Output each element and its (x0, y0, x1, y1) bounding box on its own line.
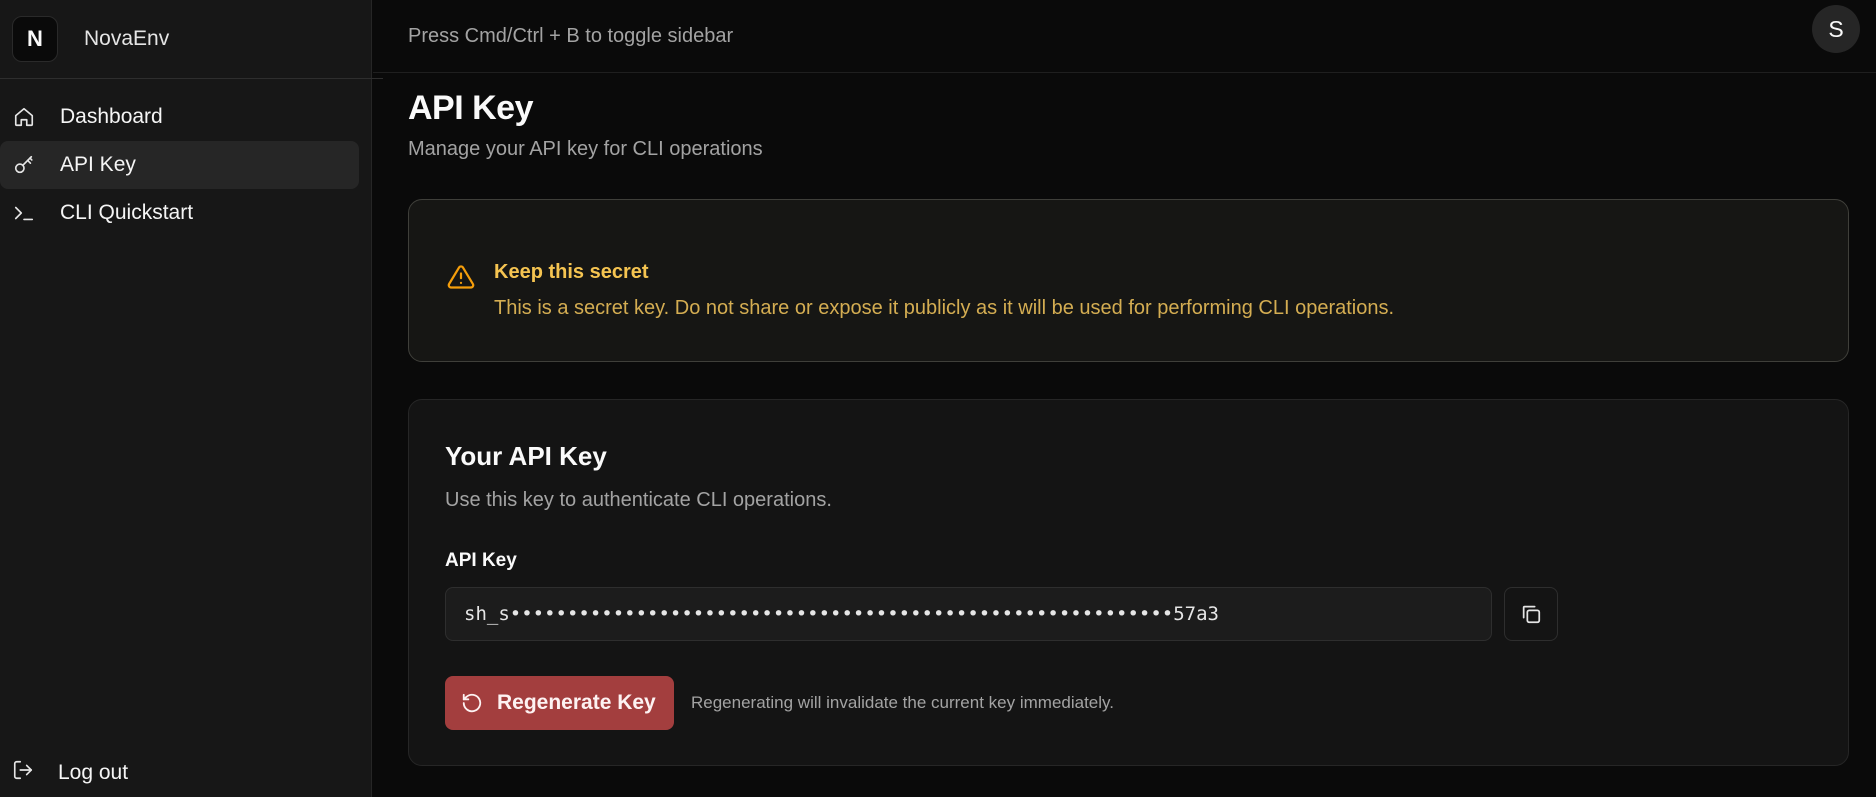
rotate-ccw-icon (461, 692, 483, 714)
secret-warning-alert: Keep this secret This is a secret key. D… (408, 199, 1849, 362)
sidebar-item-label: Dashboard (60, 105, 163, 128)
logout-label: Log out (58, 761, 129, 784)
sidebar-item-label: CLI Quickstart (60, 201, 194, 224)
api-key-input[interactable]: sh_s••••••••••••••••••••••••••••••••••••… (445, 587, 1492, 641)
regenerate-note: Regenerating will invalidate the current… (691, 693, 1114, 712)
copy-icon (1520, 603, 1542, 625)
sidebar-item-label: API Key (60, 153, 136, 176)
regenerate-key-label: Regenerate Key (497, 691, 656, 714)
sidebar-item-api-key[interactable]: API Key (0, 141, 359, 189)
api-key-field-label: API Key (445, 550, 517, 571)
page-subtitle: Manage your API key for CLI operations (408, 138, 763, 160)
sidebar: N NovaEnv Dashboard API Key CLI Quicksta… (0, 0, 383, 797)
brand[interactable]: N NovaEnv (0, 0, 383, 79)
page-title: API Key (408, 89, 534, 127)
brand-logo: N (12, 16, 58, 62)
log-out-icon (12, 759, 34, 787)
sidebar-nav: Dashboard API Key CLI Quickstart (0, 79, 371, 237)
home-icon (12, 105, 36, 129)
logout-button[interactable]: Log out (0, 749, 360, 797)
topbar: Press Cmd/Ctrl + B to toggle sidebar S (373, 0, 1876, 73)
sidebar-item-dashboard[interactable]: Dashboard (0, 93, 359, 141)
sidebar-toggle-hint: Press Cmd/Ctrl + B to toggle sidebar (408, 24, 734, 47)
brand-name: NovaEnv (84, 27, 170, 50)
sidebar-item-cli-quickstart[interactable]: CLI Quickstart (0, 189, 359, 237)
regenerate-key-button[interactable]: Regenerate Key (445, 676, 674, 730)
card-title: Your API Key (445, 441, 607, 471)
warning-icon (446, 263, 476, 296)
terminal-icon (12, 201, 36, 225)
copy-button[interactable] (1504, 587, 1558, 641)
alert-title: Keep this secret (494, 261, 649, 283)
key-icon (12, 153, 36, 177)
avatar[interactable]: S (1812, 5, 1860, 53)
main-content: API Key Manage your API key for CLI oper… (408, 73, 1849, 766)
api-key-card: Your API Key Use this key to authenticat… (408, 399, 1849, 766)
card-description: Use this key to authenticate CLI operati… (445, 489, 832, 511)
alert-description: This is a secret key. Do not share or ex… (494, 297, 1395, 319)
